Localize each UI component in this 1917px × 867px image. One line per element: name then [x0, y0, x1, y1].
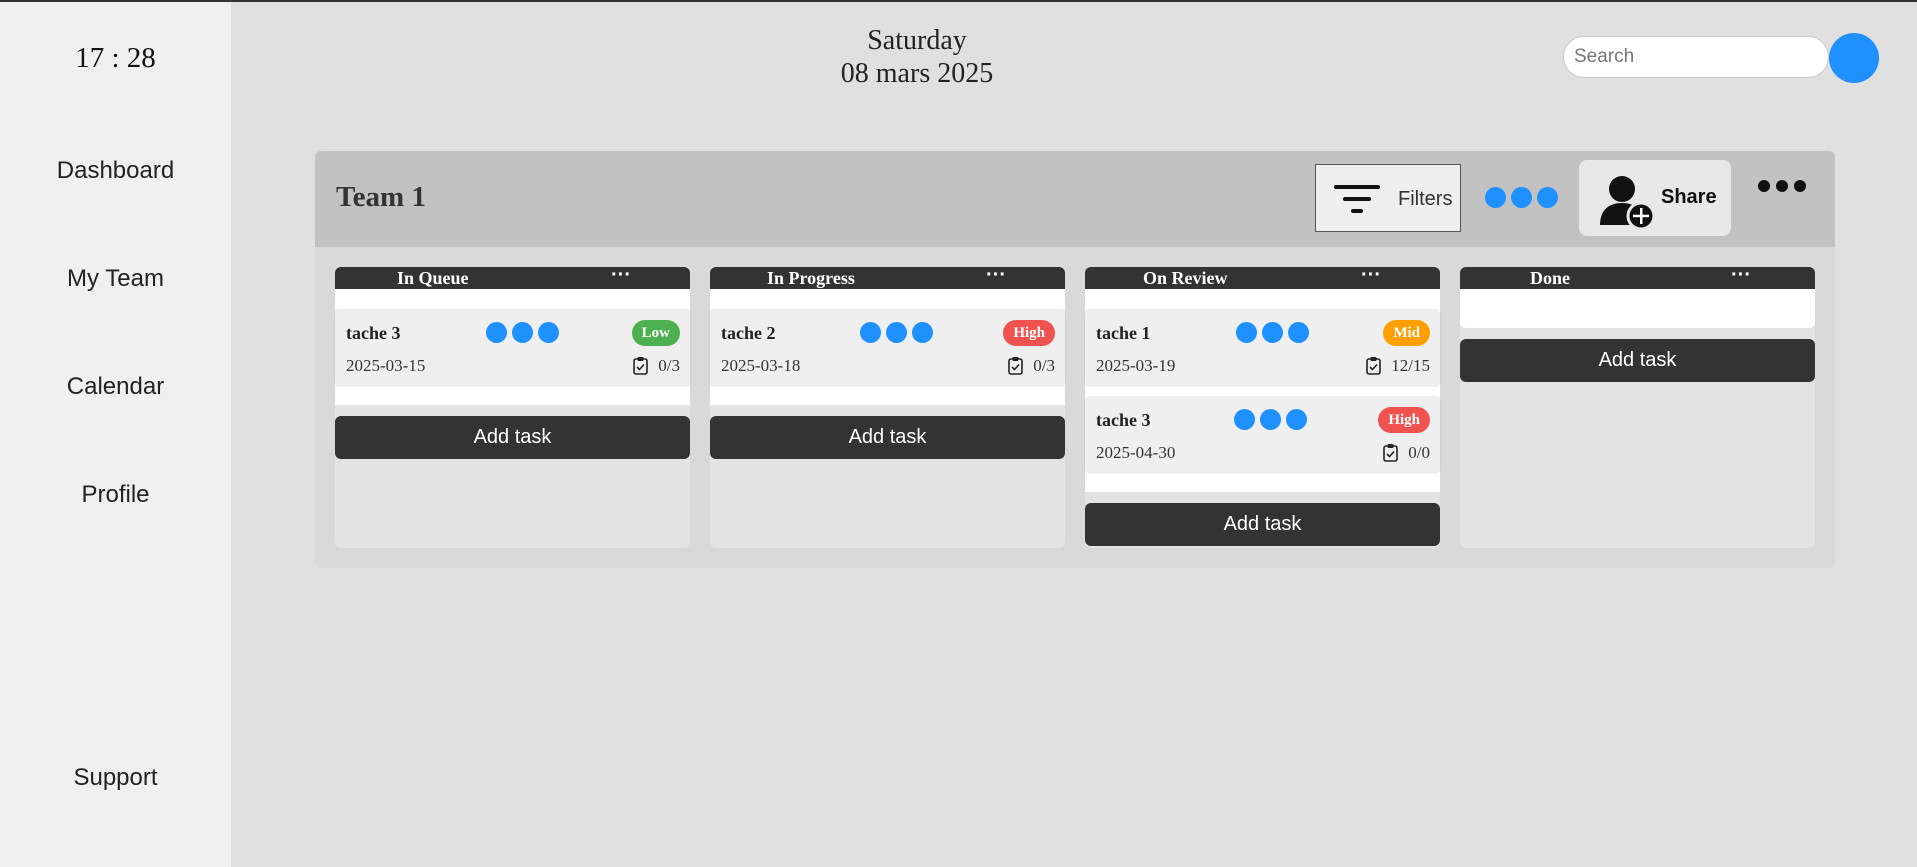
share-button[interactable]: Share	[1579, 160, 1731, 236]
member-avatar	[1485, 187, 1506, 208]
column-header: On Review ···	[1085, 264, 1440, 289]
column-header: In Queue ···	[335, 264, 690, 289]
task-assignees	[486, 322, 564, 343]
task-card[interactable]: tache 3 High 2025-04-30 0/0	[1085, 396, 1440, 472]
task-assignees	[1234, 409, 1312, 430]
date-label: 08 mars 2025	[840, 58, 994, 89]
sidebar-item-profile[interactable]: Profile	[0, 481, 231, 509]
task-card[interactable]: tache 3 Low 2025-03-15 0/3	[335, 309, 690, 385]
task-list	[1460, 289, 1815, 328]
column-menu-icon[interactable]: ···	[1361, 264, 1381, 287]
clipboard-check-icon	[1366, 357, 1382, 375]
filters-button[interactable]: Filters	[1315, 164, 1461, 232]
sidebar-item-my-team[interactable]: My Team	[0, 265, 231, 293]
column-on-review: On Review ··· tache 1 Mid 2025-03-19 12/…	[1085, 264, 1440, 548]
column-title: Done	[1530, 268, 1570, 288]
board-header: Team 1 Filters Share	[315, 151, 1835, 247]
add-task-button[interactable]: Add task	[1460, 339, 1815, 382]
clipboard-check-icon	[1008, 357, 1024, 375]
subtask-progress: 0/3	[1008, 356, 1055, 376]
task-date: 2025-03-18	[721, 356, 801, 375]
sidebar: 17 : 28 Dashboard My Team Calendar Profi…	[0, 2, 231, 867]
column-title: In Progress	[767, 268, 855, 288]
task-name: tache 1	[1096, 323, 1151, 343]
priority-badge: High	[1378, 407, 1430, 433]
add-task-button[interactable]: Add task	[1085, 503, 1440, 546]
task-date: 2025-03-15	[346, 356, 426, 375]
member-avatar	[1511, 187, 1532, 208]
sidebar-item-dashboard[interactable]: Dashboard	[0, 157, 231, 185]
day-label: Saturday	[867, 25, 967, 56]
task-card[interactable]: tache 2 High 2025-03-18 0/3	[710, 309, 1065, 385]
task-assignees	[860, 322, 938, 343]
column-title: On Review	[1143, 268, 1228, 288]
column-menu-icon[interactable]: ···	[986, 264, 1006, 287]
task-assignees	[1236, 322, 1314, 343]
filter-icon	[1334, 185, 1380, 213]
task-date: 2025-04-30	[1096, 443, 1176, 462]
clipboard-check-icon	[1383, 444, 1399, 462]
task-date: 2025-03-19	[1096, 356, 1176, 375]
priority-badge: Low	[631, 320, 680, 346]
add-user-icon	[1600, 176, 1656, 231]
more-options-icon[interactable]	[1758, 179, 1816, 209]
column-in-progress: In Progress ··· tache 2 High 2025-03-18 …	[710, 264, 1065, 548]
column-in-queue: In Queue ··· tache 3 Low 2025-03-15 0/3 …	[335, 264, 690, 548]
priority-badge: High	[1003, 320, 1055, 346]
column-header: Done ···	[1460, 264, 1815, 289]
clock: 17 : 28	[75, 42, 156, 74]
sidebar-item-calendar[interactable]: Calendar	[0, 373, 231, 401]
column-done: Done ··· Add task	[1460, 264, 1815, 548]
sidebar-item-support[interactable]: Support	[0, 764, 231, 792]
share-label: Share	[1661, 186, 1717, 208]
team-members-avatars[interactable]	[1485, 187, 1563, 208]
date-display: Saturday 08 mars 2025	[817, 24, 1017, 90]
column-menu-icon[interactable]: ···	[1731, 264, 1751, 287]
filters-label: Filters	[1398, 188, 1453, 210]
subtask-progress: 0/3	[633, 356, 680, 376]
column-menu-icon[interactable]: ···	[611, 264, 631, 287]
column-header: In Progress ···	[710, 264, 1065, 289]
search-input[interactable]	[1563, 36, 1829, 78]
column-title: In Queue	[397, 268, 469, 288]
task-list: tache 3 Low 2025-03-15 0/3	[335, 289, 690, 405]
member-avatar	[1537, 187, 1558, 208]
task-list: tache 2 High 2025-03-18 0/3	[710, 289, 1065, 405]
add-task-button[interactable]: Add task	[710, 416, 1065, 459]
team-title: Team 1	[336, 181, 426, 213]
task-card[interactable]: tache 1 Mid 2025-03-19 12/15	[1085, 309, 1440, 385]
add-task-button[interactable]: Add task	[335, 416, 690, 459]
task-list: tache 1 Mid 2025-03-19 12/15 tache 3 Hig…	[1085, 289, 1440, 492]
task-name: tache 3	[346, 323, 401, 343]
subtask-progress: 12/15	[1366, 356, 1430, 376]
priority-badge: Mid	[1383, 320, 1430, 346]
subtask-progress: 0/0	[1383, 443, 1430, 463]
task-name: tache 3	[1096, 410, 1151, 430]
task-name: tache 2	[721, 323, 776, 343]
user-avatar[interactable]	[1829, 33, 1879, 83]
team-board: Team 1 Filters Share In Queue ··· tache …	[315, 151, 1835, 568]
clipboard-check-icon	[633, 357, 649, 375]
